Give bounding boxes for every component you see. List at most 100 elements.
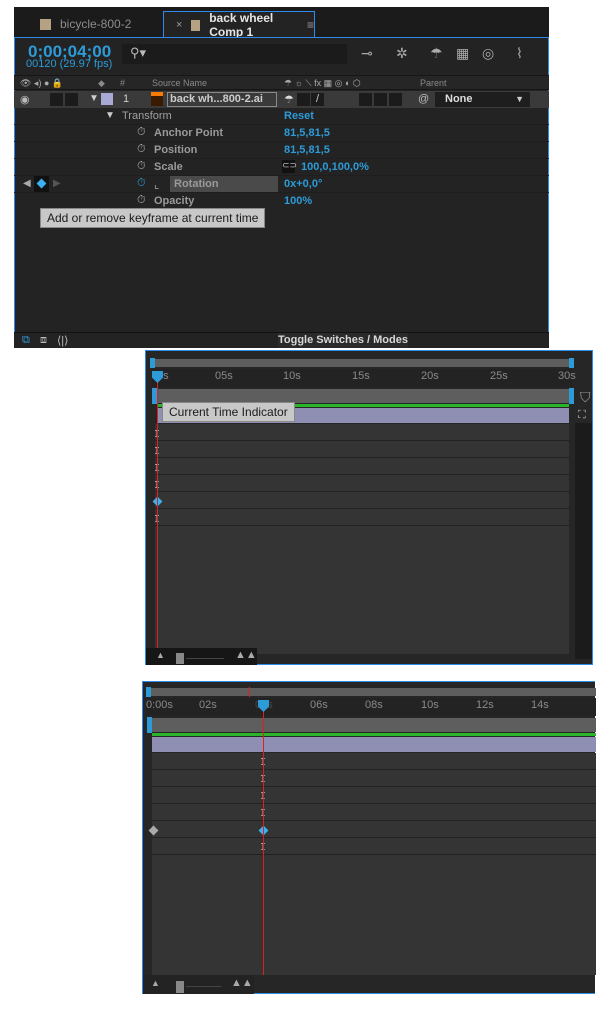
graph-editor-icon[interactable]: ⌇ <box>516 45 523 62</box>
toggle-switches-modes-button[interactable]: Toggle Switches / Modes <box>278 333 408 348</box>
property-name: Position <box>154 144 198 156</box>
layer-index: 1 <box>123 93 130 105</box>
add-remove-keyframe-button[interactable] <box>34 176 49 192</box>
layer-name[interactable]: back wh...800-2.ai <box>167 92 277 107</box>
work-area-end-handle[interactable] <box>569 388 574 404</box>
property-value[interactable]: 100,0,100,0% <box>301 161 369 173</box>
motion-blur-icon[interactable]: ◎ <box>482 45 494 62</box>
tick-label: 08s <box>365 699 383 711</box>
zoom-in-icon[interactable]: ▲▲ <box>235 649 257 661</box>
property-row-position[interactable]: ⏱ Position 81,5,81,5 <box>14 142 549 159</box>
tab-bar: bicycle-800-2 × back wheel Comp 1 ≡ <box>14 7 549 39</box>
time-ruler[interactable]: 0:00s 02s 04s 06s 08s 10s 12s 14s <box>146 698 596 716</box>
zoom-slider-thumb[interactable] <box>176 653 184 664</box>
tick-label: 14s <box>531 699 549 711</box>
lock-toggle[interactable] <box>65 93 78 106</box>
source-name-header[interactable]: Source Name <box>152 78 207 88</box>
stopwatch-icon[interactable]: ⏱ <box>137 126 146 139</box>
transform-group-row[interactable]: ▼ Transform Reset <box>14 108 549 125</box>
draft-3d-icon[interactable]: ✲ <box>396 45 408 62</box>
navigator-start-handle[interactable] <box>150 358 155 368</box>
property-row-anchor-point[interactable]: ⏱ Anchor Point 81,5,81,5 <box>14 125 549 142</box>
property-value[interactable]: 81,5,81,5 <box>284 144 330 156</box>
track-row <box>152 787 596 804</box>
time-navigator[interactable] <box>152 359 572 367</box>
reset-link[interactable]: Reset <box>284 110 314 122</box>
tab-bicycle-800-2[interactable]: bicycle-800-2 <box>40 11 131 37</box>
column-header: 👁 ◂) ● 🔒 ◆ # Source Name ☂ ☼ ⟍ fx ▦ ◎ ◐ … <box>14 75 549 90</box>
render-bar <box>152 733 596 736</box>
collapse-switch[interactable] <box>297 93 310 106</box>
expand-icon[interactable]: ▼ <box>105 110 115 121</box>
parent-dropdown[interactable]: None ▼ <box>435 92 530 107</box>
stopwatch-icon[interactable]: ⏱ <box>137 194 146 207</box>
stopwatch-icon[interactable]: ⏱ <box>137 160 146 173</box>
property-value[interactable]: 100% <box>284 195 312 207</box>
work-area-bar[interactable] <box>150 718 596 732</box>
current-time-indicator-line[interactable] <box>263 710 264 975</box>
navigator-start-handle[interactable] <box>146 687 151 697</box>
search-input[interactable]: ⚲▾ <box>122 44 347 64</box>
property-name: Opacity <box>154 195 195 207</box>
solo-toggle[interactable] <box>50 93 63 106</box>
zoom-slider-thumb[interactable] <box>176 981 184 993</box>
layer-switches-icon[interactable]: ⧉ <box>22 334 30 347</box>
timeline-panel-zoomed-in: 0:00s 02s 04s 06s 08s 10s 12s 14s I I I … <box>142 681 596 994</box>
zoom-slider-track[interactable] <box>186 658 224 659</box>
pickwhip-icon[interactable]: @ <box>418 93 429 105</box>
label-color-swatch[interactable] <box>101 93 113 105</box>
3d-switch[interactable] <box>389 93 402 106</box>
tick-label: 25s <box>490 370 508 382</box>
keyframe-tooltip: Add or remove keyframe at current time <box>40 208 266 228</box>
graph-icon[interactable]: ⌞ <box>154 178 159 191</box>
time-ruler[interactable]: 0s 05s 10s 15s 20s 25s 30s <box>152 369 576 387</box>
previous-keyframe-icon[interactable]: ◀ <box>23 178 31 189</box>
tick-label: 20s <box>421 370 439 382</box>
motion-blur-switch[interactable] <box>359 93 372 106</box>
layer-duration-bar[interactable] <box>152 737 596 752</box>
layer-row[interactable]: ◉ ▼ 1 back wh...800-2.ai ☂ / @ None ▼ <box>14 91 549 108</box>
adjustment-switch[interactable] <box>374 93 387 106</box>
tab-color-swatch <box>40 18 51 30</box>
chevron-down-icon: ▼ <box>515 94 524 104</box>
track-row <box>152 821 596 838</box>
shy-layers-icon[interactable]: ☂ <box>430 45 443 62</box>
comp-flowchart-icon[interactable]: ⊸ <box>361 45 373 62</box>
next-keyframe-icon[interactable]: ▶ <box>53 178 61 189</box>
tick-label: 12s <box>476 699 494 711</box>
work-area-bar[interactable] <box>154 389 572 403</box>
comp-marker-bin-icon[interactable]: ⛶ <box>578 409 586 422</box>
time-navigator[interactable] <box>148 688 596 696</box>
property-value[interactable]: 0x+0,0° <box>284 178 322 190</box>
quality-switch[interactable]: / <box>311 93 324 106</box>
work-area-start-handle[interactable] <box>147 717 152 733</box>
number-header: # <box>120 78 126 88</box>
zoom-in-icon[interactable]: ▲▲ <box>231 977 253 989</box>
zoom-out-icon[interactable]: ▲ <box>151 978 160 988</box>
timeline-scrollbar[interactable] <box>575 423 592 659</box>
close-icon[interactable]: × <box>176 19 182 31</box>
current-time-indicator-line[interactable] <box>157 381 158 654</box>
stopwatch-icon[interactable]: ⏱ <box>137 143 146 156</box>
track-row <box>152 770 596 787</box>
marker-icon[interactable]: ⛉ <box>580 389 591 406</box>
shy-switch-icon[interactable]: ☂ <box>284 93 294 106</box>
expand-icon[interactable]: ▼ <box>89 93 99 104</box>
cti-tooltip: Current Time Indicator <box>162 402 295 422</box>
constrain-proportions-icon[interactable]: ⊂⊃ <box>282 160 297 173</box>
in-out-icon[interactable]: ⟨|⟩ <box>57 334 68 347</box>
track-row <box>152 804 596 821</box>
track-empty-area <box>152 855 596 975</box>
panel-menu-icon[interactable]: ≡ <box>307 18 314 32</box>
frame-blending-icon[interactable]: ▦ <box>456 45 469 62</box>
eye-icon[interactable]: ◉ <box>20 93 30 106</box>
property-row-scale[interactable]: ⏱ Scale ⊂⊃ 100,0,100,0% <box>14 159 549 176</box>
stopwatch-icon[interactable]: ⏱ <box>137 177 146 190</box>
navigator-end-handle[interactable] <box>569 358 574 368</box>
zoom-out-icon[interactable]: ▲ <box>156 650 165 660</box>
tab-back-wheel-comp-1[interactable]: × back wheel Comp 1 ≡ <box>163 11 315 39</box>
property-row-rotation[interactable]: ◀ ▶ ⏱ ⌞ Rotation 0x+0,0° <box>14 176 549 193</box>
transfer-controls-icon[interactable]: ⧈ <box>40 334 47 347</box>
property-value[interactable]: 81,5,81,5 <box>284 127 330 139</box>
zoom-slider-track[interactable] <box>186 986 221 987</box>
